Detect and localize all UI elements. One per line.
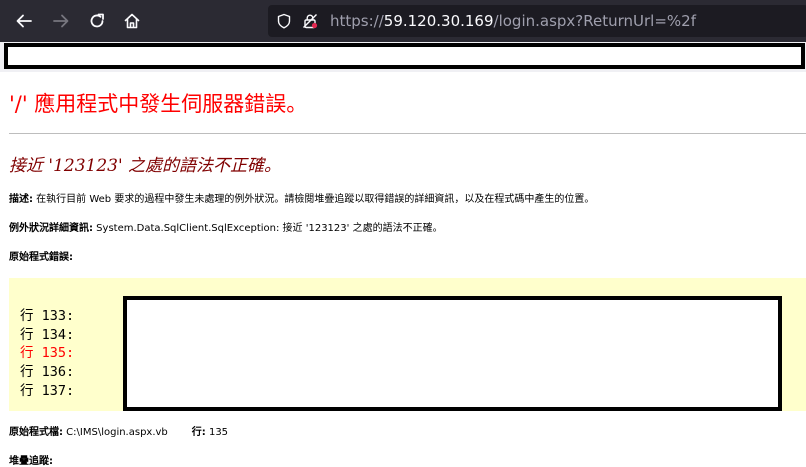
url-path: /login.aspx?ReturnUrl=%2f: [493, 12, 696, 30]
arrow-right-icon: [53, 14, 69, 28]
exception-details: 例外狀況詳細資訊: System.Data.SqlClient.SqlExcep…: [9, 222, 443, 236]
forward-button[interactable]: [49, 9, 73, 33]
code-line: 行 133:: [20, 308, 75, 324]
source-file-path: C:\IMS\login.aspx.vb: [63, 427, 168, 438]
home-icon: [124, 13, 140, 29]
error-heading: 接近 '123123' 之處的語法不正確。: [9, 156, 282, 176]
code-line-error: 行 135:: [20, 345, 75, 362]
exception-label: 例外狀況詳細資訊:: [9, 223, 93, 234]
shield-icon[interactable]: [276, 13, 292, 29]
redacted-bar: [4, 43, 805, 69]
redacted-code: [123, 296, 782, 411]
exception-text: System.Data.SqlClient.SqlException: 接近 '…: [93, 223, 443, 234]
code-line: 行 134:: [20, 326, 75, 343]
reload-icon: [90, 13, 104, 28]
source-file-label: 原始程式檔:: [9, 427, 63, 438]
description: 描述: 在執行目前 Web 要求的過程中發生未處理的例外狀況。請檢閱堆疊追蹤以取…: [9, 193, 594, 207]
back-button[interactable]: [12, 9, 36, 33]
source-file-line: 原始程式檔: C:\IMS\login.aspx.vb 行: 135: [9, 426, 228, 440]
url-text[interactable]: https://59.120.30.169/login.aspx?ReturnU…: [330, 11, 696, 31]
code-line: 行 137:: [20, 382, 75, 399]
source-code-lines: 行 133: 行 134: 行 135: 行 136: 行 137:: [20, 307, 74, 401]
reload-button[interactable]: [85, 9, 109, 33]
insecure-lock-icon[interactable]: [302, 13, 318, 29]
line-label: 行:: [191, 427, 206, 438]
home-button[interactable]: [120, 9, 144, 33]
arrow-left-icon: [16, 14, 32, 28]
line-number: 135: [205, 427, 229, 438]
divider: [9, 133, 806, 134]
description-text: 在執行目前 Web 要求的過程中發生未處理的例外狀況。請檢閱堆疊追蹤以取得錯誤的…: [33, 194, 595, 205]
browser-toolbar: https://59.120.30.169/login.aspx?ReturnU…: [0, 0, 806, 42]
url-scheme: https://: [330, 12, 384, 30]
url-host: 59.120.30.169: [383, 12, 494, 30]
source-error-heading: 原始程式錯誤:: [9, 251, 73, 265]
source-error-label: 原始程式錯誤:: [9, 252, 73, 263]
url-bar[interactable]: https://59.120.30.169/login.aspx?ReturnU…: [268, 5, 806, 37]
code-line: 行 136:: [20, 364, 75, 381]
description-label: 描述:: [9, 194, 33, 205]
page-title: '/' 應用程式中發生伺服器錯誤。: [9, 92, 308, 116]
